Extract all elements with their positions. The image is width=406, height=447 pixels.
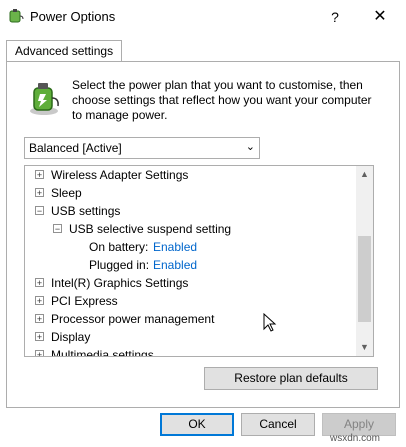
expand-icon[interactable]: + [35,296,44,306]
power-options-icon [9,9,24,23]
collapse-icon[interactable]: − [53,224,62,234]
tree-item-label: Wireless Adapter Settings [51,168,189,182]
power-plan-select[interactable]: Balanced [Active] ⌄ [24,137,260,159]
cancel-button[interactable]: Cancel [241,413,315,436]
expand-icon[interactable]: + [35,314,44,324]
battery-plug-icon [30,83,59,115]
expand-icon[interactable]: + [35,278,44,288]
expand-icon[interactable]: + [35,170,44,180]
settings-tree[interactable]: + Wireless Adapter Settings + Sleep − US… [24,165,374,357]
tree-item-label: USB settings [51,204,121,218]
tab-strip: Advanced settings [6,40,400,62]
expand-icon[interactable]: + [35,332,44,342]
mouse-cursor-icon [263,313,277,332]
close-button[interactable]: ✕ [362,4,398,30]
scroll-up-arrow-icon[interactable]: ▲ [356,166,373,183]
restore-plan-defaults-button[interactable]: Restore plan defaults [204,367,378,390]
setting-value-link[interactable]: Enabled [153,256,197,274]
tree-item-label: Multimedia settings [51,348,154,357]
tree-scrollbar[interactable]: ▲ ▼ [356,166,373,356]
setting-label: On battery: [89,240,149,254]
scroll-down-arrow-icon[interactable]: ▼ [356,339,373,356]
tree-item-label: Intel(R) Graphics Settings [51,276,189,290]
watermark: wsxdn.com [330,433,381,444]
expand-icon[interactable]: + [35,350,44,356]
help-button[interactable]: ? [318,4,352,30]
scroll-thumb[interactable] [358,236,371,322]
ok-button[interactable]: OK [160,413,234,436]
tree-item-label: PCI Express [51,294,118,308]
expand-icon[interactable]: + [35,188,44,198]
tree-item-label: Sleep [51,186,82,200]
tree-item-label: Display [51,330,91,344]
setting-label: Plugged in: [89,258,150,272]
tree-item-label: Processor power management [51,312,215,326]
chevron-down-icon: ⌄ [245,141,255,153]
power-plan-value: Balanced [Active] [29,141,122,155]
window-title: Power Options [30,9,116,24]
setting-value-link[interactable]: Enabled [153,238,197,256]
tree-item-label: USB selective suspend setting [69,222,232,236]
collapse-icon[interactable]: − [35,206,44,216]
title-bar: Power Options ? ✕ [0,0,406,34]
intro-text: Select the power plan that you want to c… [72,78,372,122]
tab-advanced-settings[interactable]: Advanced settings [6,40,123,62]
